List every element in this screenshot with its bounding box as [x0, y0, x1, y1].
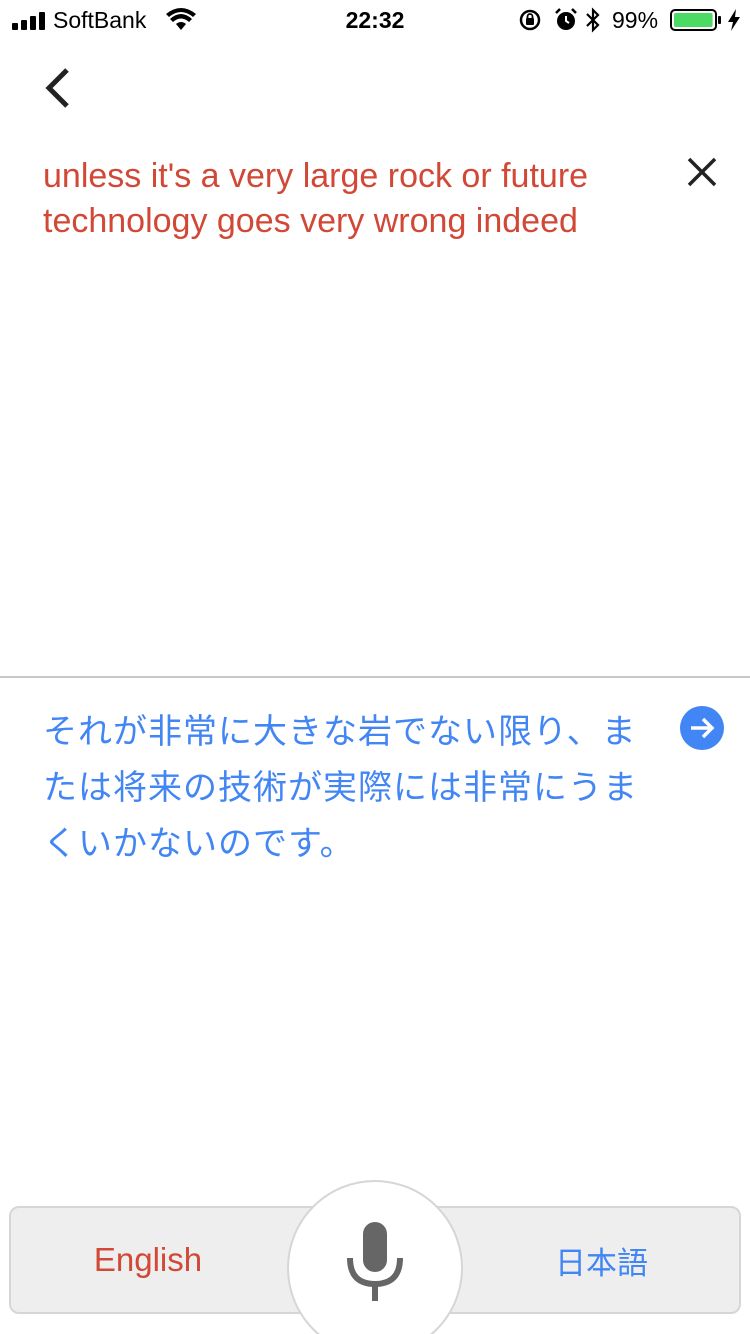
- language-bar: English 日本語: [0, 1180, 750, 1334]
- battery-percent: 99%: [612, 7, 659, 33]
- target-language-label: 日本語: [555, 1245, 648, 1282]
- battery-icon: [670, 9, 721, 31]
- bluetooth-icon: [586, 7, 600, 33]
- divider: [0, 676, 750, 678]
- back-button[interactable]: [30, 60, 86, 116]
- close-button[interactable]: [672, 142, 732, 202]
- translated-text[interactable]: それが非常に大きな岩でない限り、または将来の技術が実際には非常にうまくいかないの…: [43, 704, 643, 872]
- alarm-icon: [555, 8, 577, 30]
- arrow-right-icon: [691, 717, 715, 739]
- orientation-lock-icon: [519, 9, 541, 31]
- close-icon: [687, 157, 717, 187]
- source-text[interactable]: unless it's a very large rock or future …: [43, 154, 663, 244]
- charging-icon: [728, 9, 740, 31]
- use-translation-button[interactable]: [680, 706, 724, 750]
- source-language-label: English: [93, 1241, 203, 1278]
- status-bar: SoftBank 22:32 99%: [0, 0, 750, 40]
- microphone-icon: [347, 1222, 403, 1301]
- chevron-left-icon: [45, 68, 69, 108]
- screen: SoftBank 22:32 99% unless it's a very la…: [0, 0, 750, 1334]
- microphone-button[interactable]: [287, 1180, 463, 1334]
